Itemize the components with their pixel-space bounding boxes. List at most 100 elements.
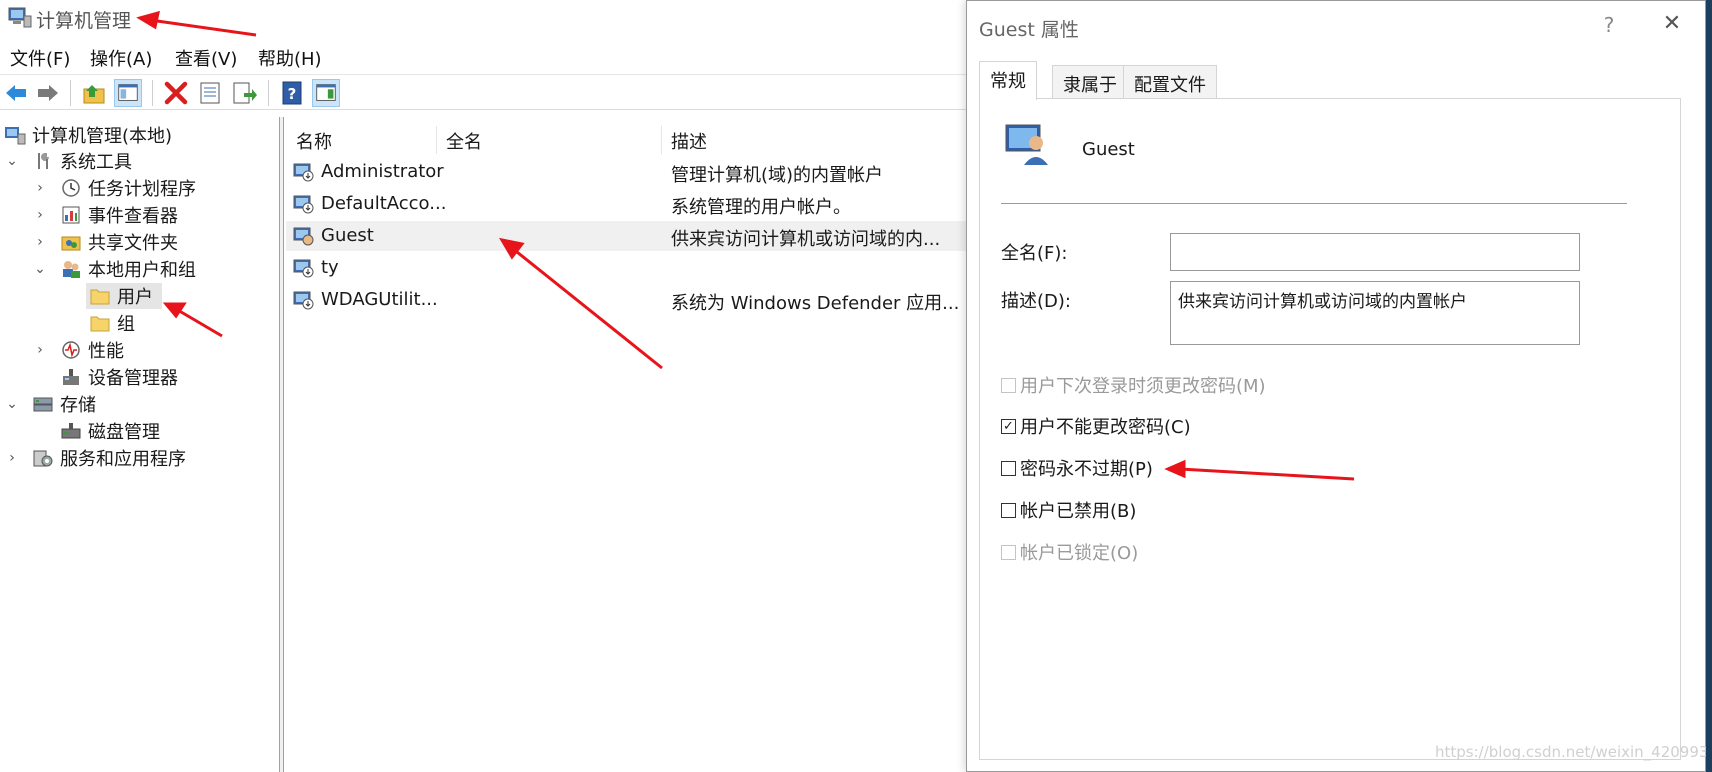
menu-file[interactable]: 文件(F) (10, 45, 70, 71)
folder-icon (90, 316, 110, 332)
tree-label: 性能 (88, 341, 124, 362)
column-header-name[interactable]: 名称 (296, 128, 332, 154)
help-icon[interactable]: ? (278, 79, 306, 107)
chevron-right-icon[interactable]: › (32, 342, 48, 358)
tree-node-groups[interactable]: 组 (86, 310, 135, 336)
help-button[interactable]: ? (1594, 13, 1624, 37)
show-hide-tree-icon[interactable] (114, 79, 142, 107)
user-name: Administrator (321, 161, 444, 182)
pane-splitter[interactable] (280, 117, 284, 772)
menu-view[interactable]: 查看(V) (175, 45, 237, 71)
chevron-down-icon[interactable]: ⌄ (4, 396, 20, 412)
account-disabled-checkbox[interactable]: 帐户已禁用(B) (1001, 497, 1136, 523)
tab-profile[interactable]: 配置文件 (1123, 65, 1217, 99)
tree-label: 设备管理器 (88, 368, 178, 389)
chevron-right-icon[interactable]: › (32, 180, 48, 196)
menu-action[interactable]: 操作(A) (90, 45, 152, 71)
console-tree: 计算机管理(本地) ⌄ 系统工具 › 任务计划程序 › 事件查看器 › 共享文件… (0, 117, 280, 772)
tree-node-shared-folders[interactable]: › 共享文件夹 (32, 229, 178, 255)
checkbox-box (1001, 460, 1016, 476)
account-name: Guest (1082, 139, 1135, 160)
properties-icon[interactable] (196, 79, 224, 107)
divider (1001, 203, 1627, 204)
column-header-fullname[interactable]: 全名 (446, 128, 482, 154)
back-icon[interactable] (2, 79, 30, 107)
menu-help[interactable]: 帮助(H) (258, 45, 322, 71)
table-row[interactable]: Administrator 管理计算机(域)的内置帐户 (286, 157, 966, 187)
table-row[interactable]: ty (286, 253, 966, 283)
services-icon (33, 450, 53, 467)
tab-member-of[interactable]: 隶属于 (1052, 65, 1128, 99)
user-name: DefaultAcco... (321, 193, 447, 214)
column-divider[interactable] (436, 126, 437, 154)
tree-label: 共享文件夹 (88, 233, 178, 254)
chevron-right-icon[interactable]: › (4, 450, 20, 466)
tree-node-system-tools[interactable]: ⌄ 系统工具 (4, 148, 132, 174)
fullname-field[interactable] (1170, 233, 1580, 271)
forward-icon[interactable] (34, 79, 62, 107)
tree-node-local-users-groups[interactable]: ⌄ 本地用户和组 (32, 256, 196, 282)
computer-management-icon (8, 7, 32, 28)
chevron-right-icon[interactable]: › (32, 234, 48, 250)
delete-icon[interactable] (162, 79, 190, 107)
tree-label: 磁盘管理 (88, 422, 160, 443)
chevron-right-icon[interactable]: › (32, 207, 48, 223)
tree-label: 系统工具 (60, 152, 132, 173)
event-viewer-icon (62, 206, 80, 224)
close-button[interactable]: ✕ (1657, 11, 1687, 36)
watermark: https://blog.csdn.net/weixin_42099301 (1435, 743, 1712, 761)
checkbox-label: 用户下次登录时须更改密码(M) (1020, 376, 1266, 397)
chevron-down-icon[interactable]: ⌄ (4, 153, 20, 169)
tree-node-storage[interactable]: ⌄ 存储 (4, 391, 96, 417)
disk-icon (61, 423, 81, 439)
storage-icon (33, 397, 53, 412)
title-bar: 计算机管理 (0, 0, 966, 38)
checkbox-label: 用户不能更改密码(C) (1020, 417, 1191, 438)
users-group-icon (63, 261, 80, 278)
dialog-title: Guest 属性 (979, 19, 1079, 41)
up-folder-icon[interactable] (80, 79, 108, 107)
device-manager-icon (63, 369, 79, 385)
user-icon (293, 195, 314, 214)
tree-node-performance[interactable]: › 性能 (32, 337, 124, 363)
user-description: 系统管理的用户帐户。 (671, 197, 851, 218)
chevron-down-icon[interactable]: ⌄ (32, 261, 48, 277)
table-row[interactable]: DefaultAcco... 系统管理的用户帐户。 (286, 189, 966, 219)
cannot-change-password-checkbox[interactable]: ✓ 用户不能更改密码(C) (1001, 413, 1191, 439)
tree-node-users[interactable]: 用户 (86, 283, 162, 309)
user-name: ty (321, 257, 339, 278)
dialog-tabs: 常规 隶属于 配置文件 (979, 61, 1679, 100)
tree-node-task-scheduler[interactable]: › 任务计划程序 (32, 175, 196, 201)
checkbox-label: 帐户已锁定(O) (1020, 543, 1139, 564)
tree-node-root[interactable]: 计算机管理(本地) (4, 122, 172, 148)
tree-node-device-manager[interactable]: 设备管理器 (60, 364, 178, 390)
user-account-icon (1005, 124, 1048, 165)
performance-icon (62, 341, 80, 359)
table-row[interactable]: Guest 供来宾访问计算机或访问域的内... (286, 221, 966, 251)
account-locked-checkbox[interactable]: 帐户已锁定(O) (1001, 539, 1138, 565)
toolbar-separator (70, 80, 71, 106)
tree-label: 组 (117, 314, 135, 335)
tree-node-disk-management[interactable]: 磁盘管理 (60, 418, 160, 444)
password-never-expires-checkbox[interactable]: 密码永不过期(P) (1001, 455, 1153, 481)
column-header-description[interactable]: 描述 (671, 128, 707, 154)
description-field[interactable]: 供来宾访问计算机或访问域的内置帐户 (1170, 281, 1580, 345)
user-description: 管理计算机(域)的内置帐户 (671, 165, 884, 186)
list-header: 名称 全名 描述 (286, 123, 966, 154)
user-icon (293, 227, 314, 246)
computer-management-icon (5, 127, 26, 145)
export-list-icon[interactable] (230, 79, 258, 107)
window-title: 计算机管理 (36, 10, 132, 32)
tree-node-services-apps[interactable]: › 服务和应用程序 (4, 445, 186, 471)
table-row[interactable]: WDAGUtilit... 系统为 Windows Defender 应用... (286, 285, 966, 315)
tree-node-event-viewer[interactable]: › 事件查看器 (32, 202, 178, 228)
tree-label: 计算机管理(本地) (32, 126, 173, 147)
column-divider[interactable] (661, 126, 662, 154)
must-change-password-checkbox[interactable]: 用户下次登录时须更改密码(M) (1001, 372, 1266, 398)
user-icon (293, 291, 314, 310)
tab-general[interactable]: 常规 (979, 61, 1037, 100)
fullname-label: 全名(F): (1001, 243, 1068, 264)
action-pane-icon[interactable] (312, 79, 340, 107)
clock-icon (62, 179, 80, 197)
tree-label: 本地用户和组 (88, 260, 196, 281)
